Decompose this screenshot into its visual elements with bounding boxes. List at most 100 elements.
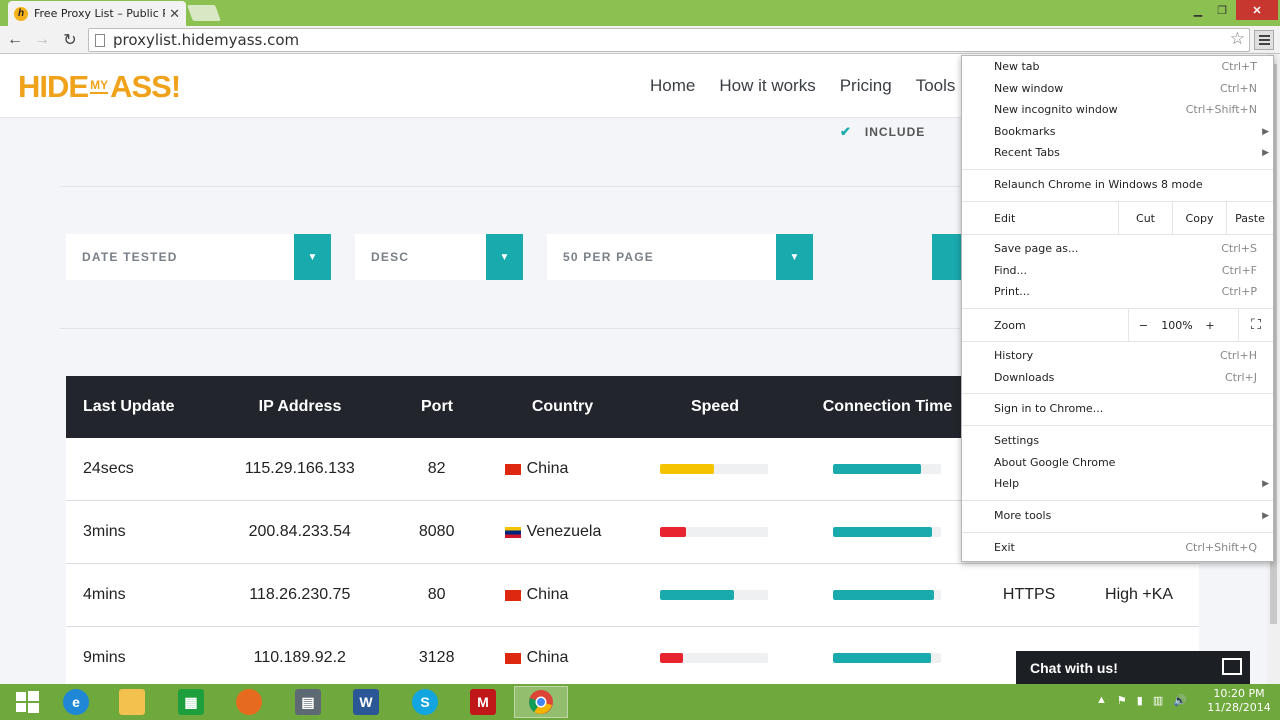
cell-ip-address: 115.29.166.133: [244, 460, 355, 477]
cell-anonymity: High +KA: [1105, 586, 1174, 603]
menu-new-window[interactable]: New window Ctrl+N: [962, 78, 1273, 99]
main-nav: Home How it works Pricing Tools: [650, 76, 955, 96]
chrome-taskbar-icon[interactable]: [514, 686, 568, 718]
header-country[interactable]: Country: [490, 398, 635, 416]
menu-bookmarks[interactable]: Bookmarks ▶: [962, 121, 1273, 142]
chevron-down-icon[interactable]: ▼: [294, 234, 331, 280]
back-arrow-icon[interactable]: ←: [4, 29, 26, 51]
reload-icon[interactable]: ↻: [59, 29, 81, 51]
connection-bar: [832, 590, 941, 600]
site-logo[interactable]: HIDE MYASS!: [18, 70, 181, 106]
cell-port: 8080: [418, 523, 455, 540]
skype-icon[interactable]: S: [398, 686, 452, 718]
menu-save-page[interactable]: Save page as... Ctrl+S: [962, 238, 1273, 259]
clock-time: 10:20 PM: [1213, 687, 1265, 700]
system-tray: ▲ ⚑ ▮ ▥ 🔊: [1096, 694, 1187, 707]
menu-cut[interactable]: Cut: [1118, 202, 1172, 234]
menu-help[interactable]: Help ▶: [962, 473, 1273, 494]
chevron-down-icon[interactable]: ▼: [776, 234, 813, 280]
chevron-down-icon[interactable]: ▼: [486, 234, 523, 280]
speed-bar: [660, 527, 769, 537]
nav-pricing[interactable]: Pricing: [840, 76, 892, 96]
menu-separator: [962, 169, 1273, 170]
menu-sign-in[interactable]: Sign in to Chrome...: [962, 398, 1273, 419]
chat-widget[interactable]: Chat with us!: [1016, 651, 1250, 684]
page-icon: [95, 33, 105, 47]
header-connection-time[interactable]: Connection Time: [795, 398, 980, 416]
menu-history[interactable]: History Ctrl+H: [962, 345, 1273, 366]
cell-ip-address: 118.26.230.75: [249, 586, 351, 603]
zoom-out-button[interactable]: −: [1128, 309, 1158, 341]
zoom-in-button[interactable]: +: [1196, 309, 1224, 341]
cell-type: HTTPS: [1002, 586, 1056, 603]
fullscreen-icon[interactable]: ⛶: [1238, 309, 1273, 341]
table-row[interactable]: 4mins 118.26.230.75 80 China HTTPS High +KA: [66, 564, 1199, 627]
word-icon[interactable]: W: [339, 686, 393, 718]
menu-exit[interactable]: Exit Ctrl+Shift+Q: [962, 537, 1273, 558]
url-text: proxylist.hidemyass.com: [113, 31, 300, 49]
chat-window-icon[interactable]: [1222, 658, 1242, 675]
menu-separator: [962, 393, 1273, 394]
update-results-button[interactable]: [932, 234, 962, 280]
header-speed[interactable]: Speed: [635, 398, 795, 416]
header-port[interactable]: Port: [384, 398, 490, 416]
speed-bar: [660, 464, 769, 474]
speed-bar: [660, 590, 769, 600]
show-hidden-icons-icon[interactable]: ▲: [1096, 694, 1107, 707]
store-icon[interactable]: ▦: [164, 686, 218, 718]
cell-connection-time: [794, 653, 979, 663]
sort-order-select[interactable]: DESC ▼: [355, 234, 523, 280]
menu-print[interactable]: Print... Ctrl+P: [962, 281, 1273, 302]
action-center-icon[interactable]: ⚑: [1117, 694, 1127, 707]
file-explorer-icon[interactable]: [105, 686, 159, 718]
windows-start-icon[interactable]: [0, 686, 54, 718]
cell-country: China: [490, 649, 635, 667]
menu-relaunch[interactable]: Relaunch Chrome in Windows 8 mode: [962, 174, 1273, 195]
new-tab-button[interactable]: [187, 5, 221, 21]
menu-edit-row: Edit Cut Copy Paste: [962, 202, 1273, 234]
forward-arrow-icon[interactable]: →: [31, 29, 53, 51]
internet-explorer-icon[interactable]: e: [49, 686, 103, 718]
volume-icon[interactable]: 🔊: [1173, 694, 1187, 707]
close-window-icon[interactable]: ✕: [1236, 0, 1278, 20]
firefox-icon[interactable]: [222, 686, 276, 718]
mcafee-icon[interactable]: M: [456, 686, 510, 718]
clock-date: 11/28/2014: [1207, 701, 1271, 714]
connection-bar: [832, 653, 941, 663]
address-bar[interactable]: proxylist.hidemyass.com ☆: [88, 28, 1250, 52]
menu-new-tab[interactable]: New tab Ctrl+T: [962, 56, 1273, 77]
browser-tab[interactable]: h Free Proxy List – Public Pr ✕: [8, 1, 186, 26]
chrome-menu: New tab Ctrl+T New window Ctrl+N New incog…: [961, 55, 1274, 562]
network-icon[interactable]: ▥: [1153, 694, 1163, 707]
sort-field-select[interactable]: DATE TESTED ▼: [66, 234, 331, 280]
menu-paste[interactable]: Paste: [1226, 202, 1273, 234]
menu-about[interactable]: About Google Chrome: [962, 452, 1273, 473]
submenu-arrow-icon: ▶: [1262, 478, 1269, 489]
nav-tools[interactable]: Tools: [916, 76, 956, 96]
speed-bar-fill: [660, 653, 684, 663]
menu-find[interactable]: Find... Ctrl+F: [962, 260, 1273, 281]
menu-settings[interactable]: Settings: [962, 430, 1273, 451]
bookmark-star-icon[interactable]: ☆: [1230, 29, 1245, 49]
cell-speed: [635, 653, 795, 663]
calculator-icon[interactable]: ▤: [281, 686, 335, 718]
nav-home[interactable]: Home: [650, 76, 695, 96]
menu-copy[interactable]: Copy: [1172, 202, 1226, 234]
minimize-icon[interactable]: ▁: [1186, 0, 1210, 20]
cell-last-update: 24secs: [83, 460, 134, 477]
tab-close-icon[interactable]: ✕: [169, 6, 180, 22]
chrome-menu-button[interactable]: [1254, 30, 1274, 50]
menu-new-incognito[interactable]: New incognito window Ctrl+Shift+N: [962, 99, 1273, 120]
header-last-update[interactable]: Last Update: [66, 398, 216, 416]
menu-more-tools[interactable]: More tools ▶: [962, 505, 1273, 526]
nav-how-it-works[interactable]: How it works: [719, 76, 815, 96]
cell-speed: [635, 464, 795, 474]
menu-downloads[interactable]: Downloads Ctrl+J: [962, 367, 1273, 388]
include-filter[interactable]: ✔ INCLUDE: [840, 124, 925, 140]
taskbar-clock[interactable]: 10:20 PM 11/28/2014: [1206, 687, 1272, 715]
header-ip-address[interactable]: IP Address: [216, 398, 384, 416]
menu-recent-tabs[interactable]: Recent Tabs ▶: [962, 142, 1273, 163]
power-icon[interactable]: ▮: [1137, 694, 1143, 707]
per-page-select[interactable]: 50 PER PAGE ▼: [547, 234, 813, 280]
maximize-icon[interactable]: ❐: [1210, 0, 1234, 20]
